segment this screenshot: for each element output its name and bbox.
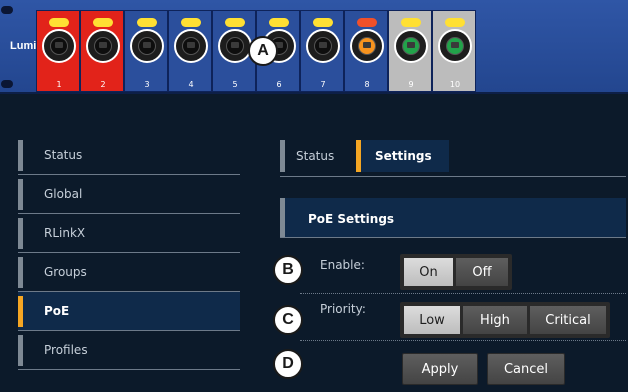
jack-slot xyxy=(187,42,195,48)
jack-slot xyxy=(407,42,415,48)
sidebar-item-label: Profiles xyxy=(44,343,88,357)
port-number: 2 xyxy=(100,80,106,89)
port-led xyxy=(357,18,377,27)
port-led xyxy=(401,18,421,27)
menu-indicator xyxy=(18,335,23,366)
jack-slot xyxy=(99,42,107,48)
jack-socket xyxy=(138,37,156,55)
rack-hole xyxy=(1,80,13,88)
enable-off-button[interactable]: Off xyxy=(455,257,509,287)
jack-socket xyxy=(50,37,68,55)
jack-socket xyxy=(226,37,244,55)
jack-slot xyxy=(319,42,327,48)
port-led xyxy=(313,18,333,27)
port-number: 3 xyxy=(144,80,150,89)
ethernet-jack-icon xyxy=(174,29,208,63)
ethernet-jack-icon xyxy=(218,29,252,63)
priority-low-button[interactable]: Low xyxy=(403,305,461,335)
port-2[interactable]: 2 xyxy=(80,10,124,92)
jack-socket xyxy=(94,37,112,55)
menu-indicator xyxy=(18,140,23,171)
sidebar-item-groups[interactable]: Groups xyxy=(18,253,240,292)
callout-b: B xyxy=(273,255,303,285)
port-led xyxy=(93,18,113,27)
port-4[interactable]: 4 xyxy=(168,10,212,92)
sidebar-item-label: RLinkX xyxy=(44,226,86,240)
section-indicator xyxy=(280,198,285,237)
sidebar-item-label: Global xyxy=(44,187,83,201)
port-9[interactable]: 9 xyxy=(388,10,432,92)
section-title: PoE Settings xyxy=(308,212,395,226)
ethernet-jack-icon xyxy=(438,29,472,63)
ethernet-jack-icon xyxy=(350,29,384,63)
tab-settings[interactable]: Settings xyxy=(375,149,432,163)
port-led xyxy=(269,18,289,27)
sidebar-item-label: PoE xyxy=(44,304,70,318)
callout-c: C xyxy=(273,305,303,335)
jack-slot xyxy=(55,42,63,48)
port-led xyxy=(137,18,157,27)
row-divider xyxy=(300,340,626,341)
port-led xyxy=(445,18,465,27)
sidebar-item-profiles[interactable]: Profiles xyxy=(18,331,240,370)
menu-indicator xyxy=(18,179,23,210)
jack-slot xyxy=(231,42,239,48)
menu-indicator xyxy=(18,257,23,288)
jack-socket xyxy=(182,37,200,55)
ethernet-jack-icon xyxy=(86,29,120,63)
port-led xyxy=(181,18,201,27)
enable-on-button[interactable]: On xyxy=(403,257,454,287)
port-number: 1 xyxy=(56,80,62,89)
ethernet-jack-icon xyxy=(130,29,164,63)
port-number: 10 xyxy=(449,80,461,89)
sidebar-menu: Status Global RLinkX Groups PoE Profiles xyxy=(18,136,240,370)
port-number: 6 xyxy=(276,80,282,89)
device-panel: Luminex 1 2 3 4 5 6 7 8 9 10 xyxy=(0,0,628,94)
port-led xyxy=(225,18,245,27)
jack-socket xyxy=(314,37,332,55)
port-10[interactable]: 10 xyxy=(432,10,476,92)
row-divider xyxy=(300,293,626,294)
callout-a: A xyxy=(248,36,278,66)
callout-d: D xyxy=(273,349,303,379)
poe-settings-header: PoE Settings xyxy=(280,198,626,238)
priority-critical-button[interactable]: Critical xyxy=(529,305,607,335)
jack-socket xyxy=(446,37,464,55)
apply-button[interactable]: Apply xyxy=(402,353,478,385)
rack-hole xyxy=(1,6,13,14)
port-3[interactable]: 3 xyxy=(124,10,168,92)
menu-indicator xyxy=(18,218,23,249)
port-number: 7 xyxy=(320,80,326,89)
enable-label: Enable: xyxy=(320,258,365,272)
tab-indicator xyxy=(280,140,285,172)
tab-status[interactable]: Status xyxy=(296,149,334,163)
ethernet-jack-icon xyxy=(394,29,428,63)
jack-socket xyxy=(358,37,376,55)
port-number: 4 xyxy=(188,80,194,89)
sidebar-item-label: Status xyxy=(44,148,83,162)
port-number: 8 xyxy=(364,80,370,89)
sidebar-item-label: Groups xyxy=(44,265,87,279)
port-8[interactable]: 8 xyxy=(344,10,388,92)
port-number: 9 xyxy=(408,80,414,89)
sidebar-item-global[interactable]: Global xyxy=(18,175,240,214)
ethernet-jack-icon xyxy=(306,29,340,63)
priority-high-button[interactable]: High xyxy=(462,305,528,335)
priority-label: Priority: xyxy=(320,302,366,316)
jack-slot xyxy=(143,42,151,48)
menu-indicator xyxy=(18,296,23,327)
sidebar-item-status[interactable]: Status xyxy=(18,136,240,175)
port-7[interactable]: 7 xyxy=(300,10,344,92)
sidebar-item-poe[interactable]: PoE xyxy=(18,292,240,331)
ethernet-jack-icon xyxy=(42,29,76,63)
port-1[interactable]: 1 xyxy=(36,10,80,92)
port-number: 5 xyxy=(232,80,238,89)
jack-socket xyxy=(402,37,420,55)
jack-slot xyxy=(363,42,371,48)
jack-slot xyxy=(451,42,459,48)
port-led xyxy=(49,18,69,27)
cancel-button[interactable]: Cancel xyxy=(487,353,565,385)
tab-bar: Status Settings xyxy=(280,136,626,177)
sidebar-item-rlinkx[interactable]: RLinkX xyxy=(18,214,240,253)
